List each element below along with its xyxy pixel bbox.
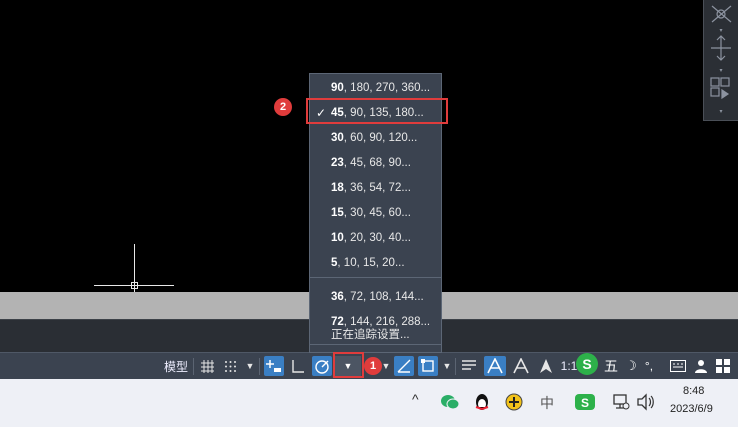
network-icon[interactable] [612,393,630,416]
separator [193,358,194,375]
annotation-icon [540,359,552,373]
showmotion-icon [721,88,730,100]
object-snap-toggle[interactable] [418,356,438,376]
callout-badge-2: 2 [274,98,292,116]
snap-toggle[interactable] [221,356,239,376]
option-first-angle: 18 [331,182,344,194]
punctuation-toggle[interactable]: °, [641,356,657,376]
polar-angle-option[interactable]: 18, 36, 54, 72... [310,176,441,201]
annotation-scale-button[interactable] [536,356,556,376]
option-first-angle: 36 [331,291,344,303]
sogou-ime-logo[interactable]: S [574,351,600,377]
keyboard-icon [670,360,686,372]
sogou-tray-icon[interactable]: S [574,393,596,416]
add-plugin-icon[interactable] [505,393,523,416]
option-angle-sequence: , 10, 15, 20... [337,257,405,269]
moon-icon: ☽ [625,358,637,373]
lineweight-toggle[interactable] [459,356,479,376]
option-angle-sequence: , 20, 30, 40... [343,232,411,244]
option-first-angle: 10 [331,232,344,244]
grid-toggle[interactable] [198,356,216,376]
punctuation-icon: °, [644,359,654,373]
menu-separator [310,277,441,278]
polar-angle-option[interactable]: 10, 20, 30, 40... [310,226,441,251]
steeringwheel-icon [711,5,732,23]
isodraft-icon [397,359,411,373]
pan-icon [711,35,731,61]
halfwidth-toggle[interactable]: ☽ [623,356,639,376]
model-label: 模型 [163,359,188,374]
object-snap-icon [421,359,434,372]
input-method-indicator[interactable]: 中 [540,393,554,413]
tracking-settings-item[interactable]: 正在追踪设置... [310,323,441,348]
ime-label: 五 [604,358,618,374]
object-snap-dropdown-arrow[interactable]: ▼ [441,356,453,376]
polar-tracking-toggle[interactable] [312,356,332,376]
clock-date[interactable]: 2023/6/9 [670,403,713,415]
infer-constraints-toggle[interactable] [264,356,284,376]
snap-dots-icon [224,360,236,372]
user-center-button[interactable] [692,356,710,376]
crosshair-pickbox [131,282,138,289]
highlight-box-45-item [306,98,448,124]
ortho-toggle[interactable] [288,356,308,376]
option-angle-sequence: , 180, 270, 360... [343,82,431,94]
lineweight-icon [462,360,476,370]
user-icon [695,360,707,373]
svg-text:S: S [581,396,589,410]
model-space-button[interactable]: 模型 [161,356,191,376]
ime-mode-button[interactable]: 五 [602,356,620,376]
wechat-icon[interactable] [440,393,460,416]
soft-keyboard-button[interactable] [668,356,688,376]
option-angle-sequence: , 60, 90, 120... [343,132,418,144]
svg-text:S: S [582,356,591,372]
option-first-angle: 90 [331,82,344,94]
polar-angle-option[interactable]: 23, 45, 68, 90... [310,151,441,176]
autoscale-icon [513,358,529,374]
volume-icon[interactable] [636,393,656,416]
polar-angle-option[interactable]: 36, 72, 108, 144... [310,285,441,310]
option-angle-sequence: , 72, 108, 144... [343,291,424,303]
grid-apps-icon [716,359,730,373]
svg-text:▾: ▾ [719,68,722,74]
polar-angle-option[interactable]: 30, 60, 90, 120... [310,126,441,151]
input-method-label: 中 [540,395,554,411]
option-first-angle: 23 [331,157,344,169]
option-angle-sequence: , 30, 45, 60... [343,207,411,219]
navigation-bar[interactable]: ▾ ▾ ▾ [703,0,738,121]
separator [455,358,456,375]
polar-angle-option[interactable]: 5, 10, 15, 20... [310,251,441,276]
option-first-angle: 15 [331,207,344,219]
ortho-icon [292,360,304,373]
infer-constraints-icon [266,360,281,372]
qq-icon[interactable] [473,393,491,418]
annotation-scale-icon [487,358,503,374]
option-first-angle: 30 [331,132,344,144]
chevron-up-icon[interactable]: ^ [412,391,419,407]
polar-angle-option[interactable]: 15, 30, 45, 60... [310,201,441,226]
grid-icon [200,359,214,373]
polar-tracking-icon [315,360,329,374]
sogou-logo-icon: S [576,353,598,375]
separator [259,358,260,375]
svg-text:▾: ▾ [719,28,722,34]
option-angle-sequence: , 45, 68, 90... [343,157,411,169]
clock-time[interactable]: 8:48 [683,385,704,397]
snap-dropdown-arrow[interactable]: ▼ [243,356,257,376]
svg-text:▾: ▾ [719,109,722,115]
navbar-icons: ▾ ▾ ▾ [710,5,732,115]
option-angle-sequence: , 36, 54, 72... [343,182,411,194]
annotation-visibility-toggle[interactable] [484,356,506,376]
callout-badge-1: 1 [364,357,382,375]
toolbox-button[interactable] [713,356,733,376]
highlight-box-dropdown [333,352,364,378]
isodraft-toggle[interactable] [394,356,414,376]
windows-taskbar: ^ 中 S 8:48 2023/6/9 [0,379,738,427]
autoscale-toggle[interactable] [510,356,532,376]
